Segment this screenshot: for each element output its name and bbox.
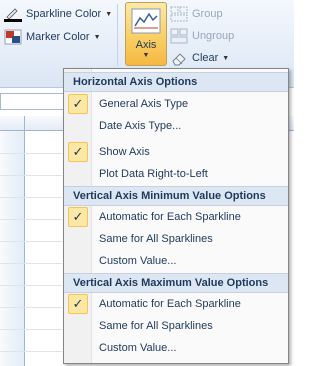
marker-color-icon	[4, 29, 22, 45]
grid-line	[0, 175, 62, 176]
menu-item-label: Same for All Sparklines	[99, 320, 213, 332]
vertical-axis-max-options-header: Vertical Axis Maximum Value Options	[64, 273, 288, 293]
menu-item-label: Custom Value...	[99, 255, 177, 267]
grid-line	[0, 285, 62, 286]
menu-item-show-axis[interactable]: ✓ Show Axis	[64, 141, 288, 163]
horizontal-axis-options-header: Horizontal Axis Options	[64, 72, 288, 92]
checkmark-icon: ✓	[68, 142, 88, 162]
group-separator	[117, 4, 118, 66]
menu-item-max-automatic[interactable]: ✓ Automatic for Each Sparkline	[64, 293, 288, 315]
group-icon	[170, 6, 188, 22]
axis-label: Axis	[135, 39, 157, 51]
eraser-icon	[170, 50, 188, 66]
menu-item-label: Automatic for Each Sparkline	[99, 211, 241, 223]
grid-line	[0, 263, 62, 264]
ungroup-icon	[170, 28, 188, 44]
axis-icon	[131, 8, 161, 37]
menu-item-label: Automatic for Each Sparkline	[99, 298, 241, 310]
chevron-down-icon: ▼	[142, 52, 150, 59]
menu-item-label: General Axis Type	[99, 98, 189, 110]
group-button[interactable]: Group	[170, 4, 223, 24]
grid-line	[0, 219, 62, 220]
ungroup-button[interactable]: Ungroup	[170, 26, 234, 46]
menu-item-general-axis-type[interactable]: ✓ General Axis Type	[64, 93, 288, 115]
menu-item-max-custom-value[interactable]: Custom Value...	[64, 337, 288, 359]
grid-line	[0, 197, 62, 198]
chevron-down-icon: ▼	[105, 10, 113, 18]
grid-line	[0, 153, 62, 154]
marker-color-label: Marker Color	[26, 31, 90, 43]
menu-item-max-same-for-all[interactable]: Same for All Sparklines	[64, 315, 288, 337]
axis-dropdown-menu: Horizontal Axis Options ✓ General Axis T…	[63, 68, 289, 364]
marker-color-button[interactable]: Marker Color ▼	[4, 27, 101, 47]
menu-item-min-same-for-all[interactable]: Same for All Sparklines	[64, 228, 288, 250]
chevron-down-icon: ▼	[222, 54, 230, 62]
menu-item-date-axis-type[interactable]: Date Axis Type...	[64, 115, 288, 137]
row-header-column	[0, 131, 25, 366]
menu-item-min-automatic[interactable]: ✓ Automatic for Each Sparkline	[64, 206, 288, 228]
menu-item-min-custom-value[interactable]: Custom Value...	[64, 250, 288, 272]
chevron-down-icon: ▼	[93, 33, 101, 41]
sparkline-color-button[interactable]: Sparkline Color ▼	[4, 4, 112, 24]
sparkline-color-label: Sparkline Color	[26, 8, 102, 20]
pen-color-icon	[4, 6, 22, 22]
grid-line	[0, 307, 62, 308]
vertical-axis-min-options-header: Vertical Axis Minimum Value Options	[64, 186, 288, 206]
checkmark-icon: ✓	[68, 207, 88, 227]
grid-line	[0, 329, 62, 330]
menu-item-label: Show Axis	[99, 146, 150, 158]
menu-item-label: Custom Value...	[99, 342, 177, 354]
name-box[interactable]	[0, 93, 70, 110]
menu-item-plot-right-to-left[interactable]: Plot Data Right-to-Left	[64, 163, 288, 185]
grid-line	[0, 351, 62, 352]
checkmark-icon: ✓	[68, 94, 88, 114]
menu-item-label: Plot Data Right-to-Left	[99, 168, 208, 180]
ungroup-label: Ungroup	[192, 30, 235, 42]
menu-item-label: Date Axis Type...	[99, 120, 182, 132]
menu-item-label: Same for All Sparklines	[99, 233, 213, 245]
grid-line	[0, 241, 62, 242]
axis-button[interactable]: Axis ▼	[125, 2, 167, 66]
checkmark-icon: ✓	[68, 294, 88, 314]
select-all-corner[interactable]	[0, 116, 25, 131]
group-label: Group	[192, 8, 223, 20]
clear-button[interactable]: Clear ▼	[170, 48, 229, 68]
clear-label: Clear	[192, 52, 219, 64]
